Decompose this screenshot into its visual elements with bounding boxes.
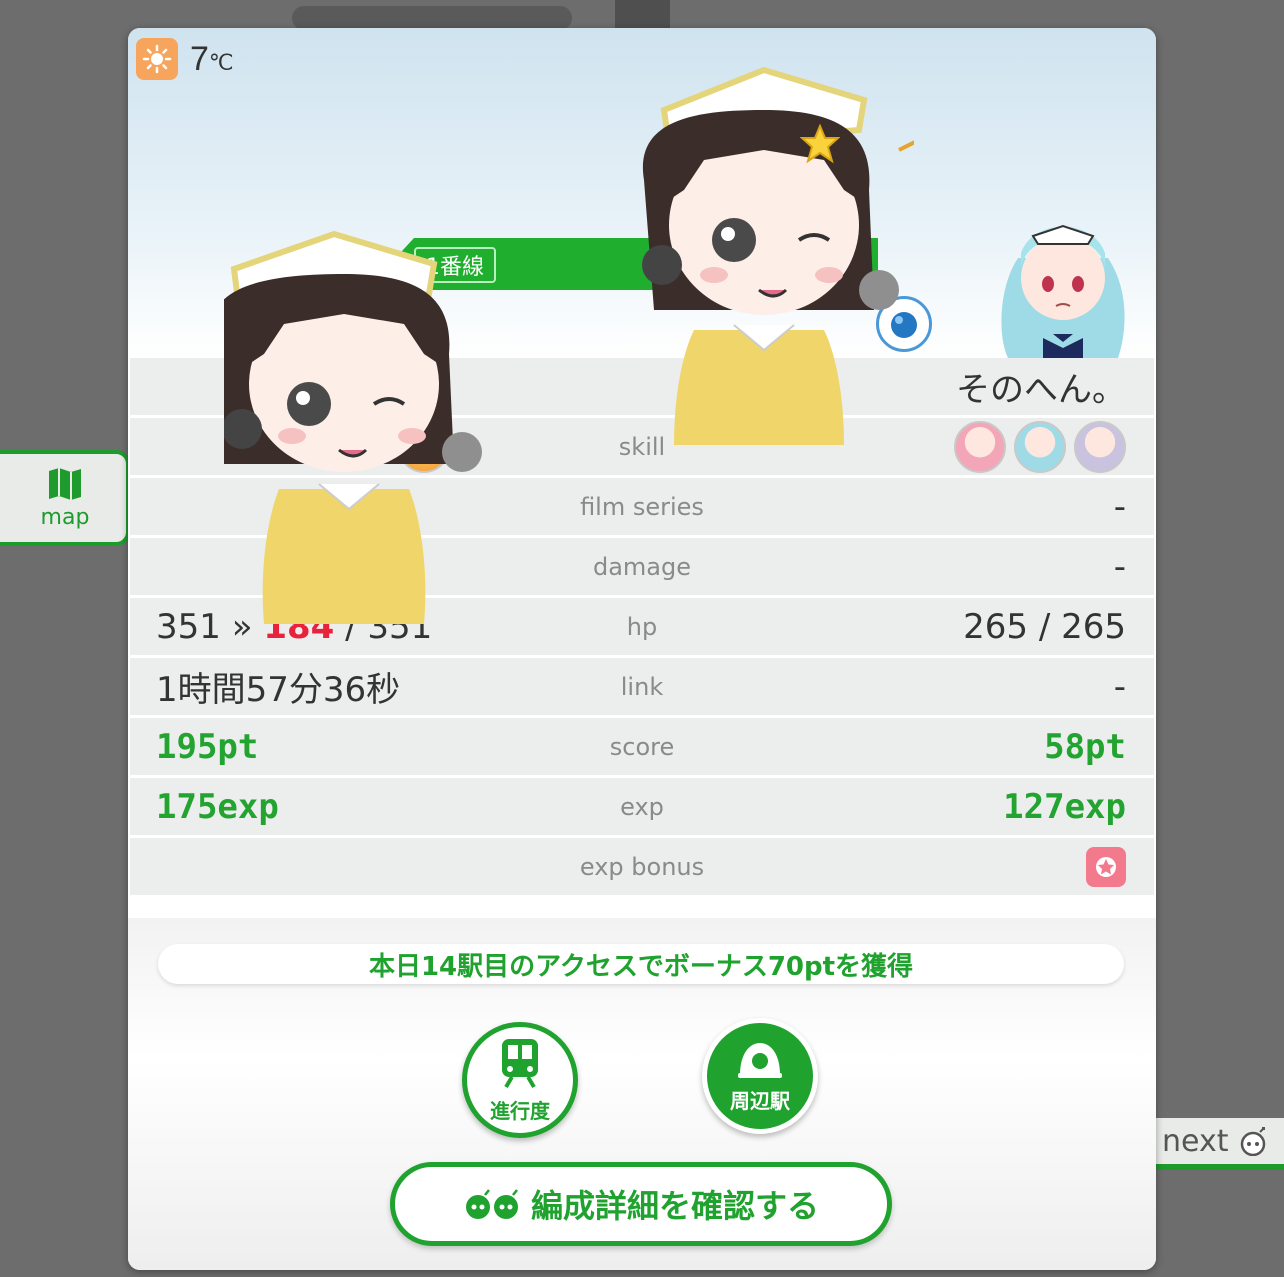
exp-bonus-row: exp bonus (130, 838, 1154, 898)
hp-right: 265 / 265 (963, 606, 1126, 647)
nearby-label: 周辺駅 (730, 1088, 790, 1113)
score-left: 195pt (156, 726, 259, 767)
film-series-right: - (1113, 486, 1126, 527)
progress-button[interactable]: 進行度 (462, 1022, 578, 1138)
score-row: 195pt score 58pt (130, 718, 1154, 778)
character-sprite-main (642, 66, 914, 445)
sparkle-star-icon (800, 124, 840, 164)
skill-avatar (1014, 420, 1066, 473)
exp-bonus-badge-icon (1086, 846, 1126, 887)
skill-avatar (1074, 420, 1126, 473)
train-icon (502, 1038, 538, 1088)
link-right: - (1113, 666, 1126, 707)
next-mascot-icon (1241, 1127, 1266, 1156)
map-icon (49, 467, 81, 500)
damage-right: - (1113, 546, 1126, 587)
opponent-name: そのへん。 (956, 370, 1126, 410)
sun-icon (136, 38, 178, 80)
exp-left: 175exp (156, 786, 279, 827)
score-label: score (609, 732, 675, 761)
bonus-message: 本日14駅目のアクセスでボーナス70ptを獲得 (158, 944, 1124, 984)
score-right: 58pt (1044, 726, 1126, 767)
opponent-character-portrait (1001, 224, 1125, 358)
opponent-skill-avatars (954, 420, 1126, 473)
exp-bonus-label: exp bonus (579, 852, 705, 881)
character-sprite-overlay (224, 230, 482, 624)
exp-label: exp (620, 792, 664, 821)
progress-label: 進行度 (490, 1098, 550, 1123)
link-left: 1時間57分36秒 (156, 670, 401, 710)
background-top-bar (615, 0, 670, 30)
formation-details-button[interactable]: 編成詳細を確認する (390, 1162, 892, 1246)
weather: 7℃ (136, 38, 234, 80)
mascot-pair-icon (465, 1189, 518, 1219)
formation-label: 編成詳細を確認する (530, 1187, 819, 1225)
exp-row: 175exp exp 127exp (130, 778, 1154, 838)
next-label: next (1162, 1123, 1229, 1159)
map-label: map (40, 504, 90, 530)
skill-avatar (954, 420, 1006, 473)
background-logo (292, 6, 572, 30)
battle-result-modal: 7℃ 1番線 そのへん。 skill film series - damage … (128, 28, 1156, 1270)
nearby-stations-button[interactable]: 周辺駅 (702, 1018, 818, 1134)
link-row: 1時間57分36秒 link - (130, 658, 1154, 718)
station-dome-icon (738, 1042, 782, 1078)
exp-right: 127exp (1003, 786, 1126, 827)
bottom-panel: 本日14駅目のアクセスでボーナス70ptを獲得 進行度 周辺駅 編成詳細を確認す… (128, 918, 1156, 1270)
map-button[interactable]: map (0, 450, 130, 546)
temperature: 7℃ (190, 39, 234, 78)
next-button[interactable]: next (1140, 1118, 1284, 1170)
